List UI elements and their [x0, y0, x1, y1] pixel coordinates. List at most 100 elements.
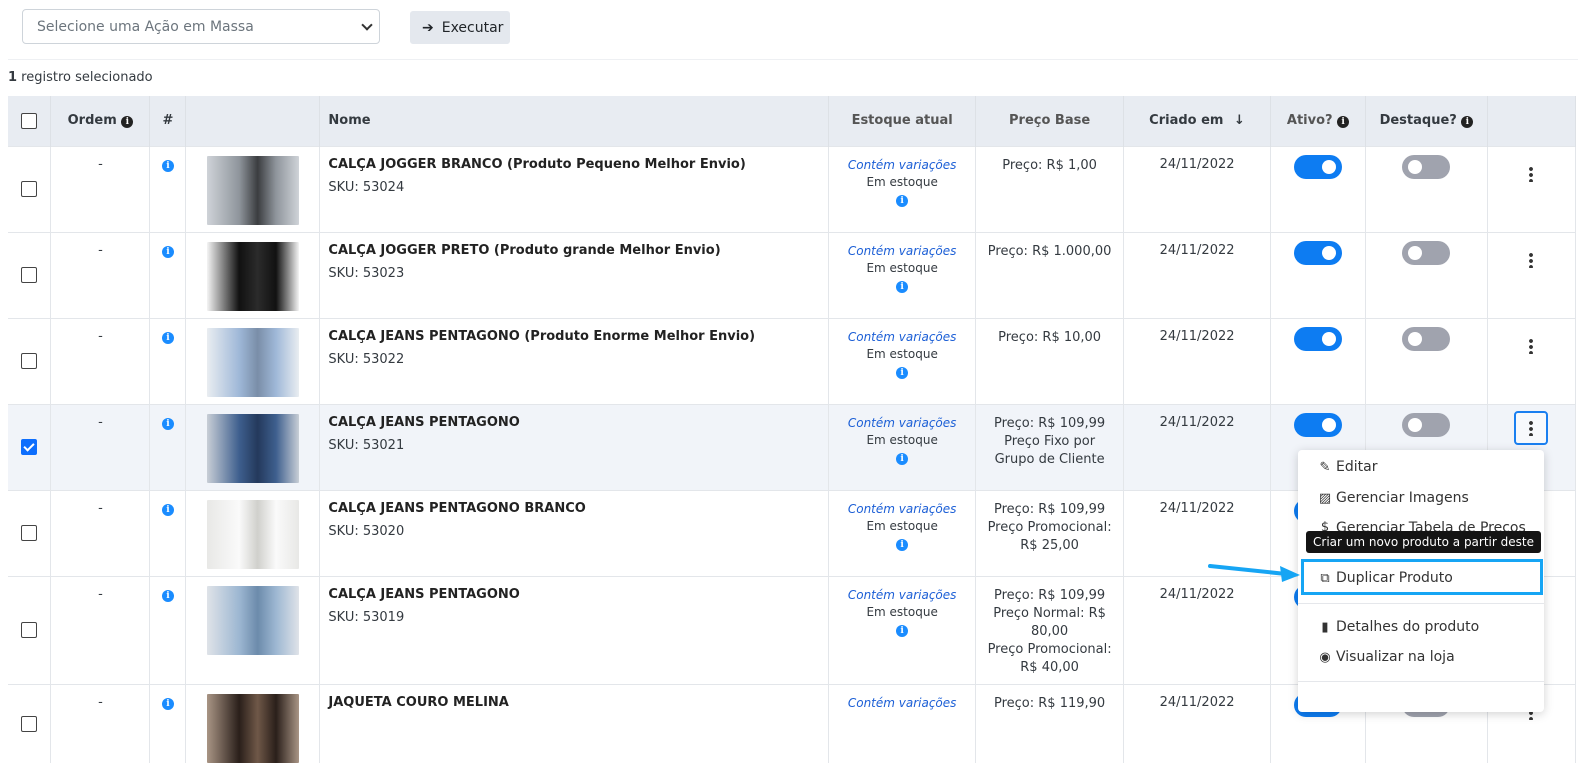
product-thumbnail[interactable]: [206, 241, 299, 311]
actions-cell: [1487, 145, 1577, 232]
order-cell: -: [50, 403, 151, 490]
info-icon[interactable]: i: [161, 589, 174, 602]
price-line: Preço: R$ 109,99: [993, 501, 1106, 517]
stock-status: Em estoque: [866, 604, 938, 619]
info-cell: i: [149, 489, 187, 576]
active-toggle[interactable]: [1294, 240, 1343, 265]
menu-item-view-store[interactable]: ◉ Visualizar na loja: [1318, 649, 1454, 665]
info-icon[interactable]: i: [161, 417, 174, 430]
row-actions-button[interactable]: [1514, 157, 1548, 191]
col-number[interactable]: #: [149, 96, 187, 146]
product-name[interactable]: CALÇA JEANS PENTAGONO: [328, 587, 828, 602]
row-select-cell: [8, 489, 52, 576]
price-line: Preço: R$ 119,90: [993, 695, 1106, 711]
stock-variations[interactable]: Contém variações: [829, 243, 975, 260]
col-order[interactable]: Ordem i: [50, 96, 151, 146]
row-checkbox[interactable]: [21, 525, 38, 541]
featured-toggle[interactable]: [1402, 412, 1451, 437]
name-cell: CALÇA JEANS PENTAGONO BRANCO SKU: 53020: [319, 489, 830, 576]
info-icon[interactable]: i: [161, 331, 174, 344]
price-cell: Preço: R$ 10,00: [975, 317, 1125, 404]
col-created[interactable]: Criado em ↓: [1123, 96, 1272, 146]
info-icon[interactable]: i: [896, 366, 909, 379]
row-actions-button[interactable]: [1514, 243, 1548, 277]
row-checkbox[interactable]: [21, 715, 38, 732]
col-featured[interactable]: Destaque? i: [1365, 96, 1488, 146]
stock-variations[interactable]: Contém variações: [829, 587, 975, 604]
info-icon[interactable]: i: [896, 624, 909, 637]
order-cell: -: [50, 317, 151, 404]
stock-variations[interactable]: Contém variações: [829, 329, 975, 346]
image-icon: ▨: [1318, 490, 1332, 506]
info-icon[interactable]: i: [161, 245, 174, 258]
price-line: Preço Promocional:: [987, 641, 1112, 657]
featured-toggle[interactable]: [1402, 154, 1451, 179]
arrow-down-icon: ↓: [1234, 113, 1245, 129]
product-name[interactable]: JAQUETA COURO MELINA: [328, 695, 828, 710]
stock-cell: Contém variações Em estoque i: [828, 489, 977, 576]
product-thumbnail[interactable]: [206, 155, 299, 225]
price-line: Preço Fixo por: [1004, 433, 1096, 449]
row-actions-button[interactable]: [1514, 410, 1549, 445]
image-cell: [185, 145, 321, 232]
stock-status: Em estoque: [866, 174, 938, 189]
book-icon: ▮: [1321, 619, 1329, 635]
active-toggle[interactable]: [1294, 412, 1343, 437]
menu-item-manage-images[interactable]: ▨ Gerenciar Imagens: [1318, 490, 1469, 506]
col-active[interactable]: Ativo? i: [1270, 96, 1366, 146]
menu-item-details[interactable]: ▮ Detalhes do produto: [1318, 619, 1479, 635]
row-checkbox[interactable]: [21, 353, 38, 369]
kebab-icon: [1529, 251, 1534, 268]
product-thumbnail[interactable]: [206, 585, 299, 655]
stock-variations[interactable]: Contém variações: [829, 415, 975, 432]
product-name[interactable]: CALÇA JEANS PENTAGONO: [328, 415, 828, 430]
row-checkbox[interactable]: [21, 622, 38, 638]
stock-variations[interactable]: Contém variações: [829, 695, 975, 712]
select-all-checkbox[interactable]: [21, 112, 38, 129]
product-thumbnail[interactable]: [206, 693, 299, 763]
col-price[interactable]: Preço Base: [975, 96, 1125, 146]
stock-cell: Contém variações Em estoque i: [828, 403, 977, 490]
active-toggle[interactable]: [1294, 154, 1343, 179]
row-checkbox[interactable]: [21, 181, 38, 197]
menu-item-label: Gerenciar Imagens: [1336, 490, 1469, 506]
stock-status: Em estoque: [866, 260, 938, 275]
price-cell: Preço: R$ 1.000,00: [975, 231, 1125, 318]
price-line: R$ 25,00: [1020, 537, 1079, 553]
menu-item-edit[interactable]: ✎ Editar: [1318, 459, 1378, 475]
product-name[interactable]: CALÇA JEANS PENTAGONO (Produto Enorme Me…: [328, 329, 828, 344]
info-icon[interactable]: i: [896, 452, 909, 465]
order-cell: -: [50, 683, 151, 763]
product-thumbnail[interactable]: [206, 499, 299, 569]
active-toggle[interactable]: [1294, 326, 1343, 351]
info-icon[interactable]: i: [896, 280, 909, 293]
stock-variations[interactable]: Contém variações: [829, 157, 975, 174]
product-thumbnail[interactable]: [206, 327, 299, 397]
row-checkbox[interactable]: [21, 439, 38, 455]
product-name[interactable]: CALÇA JOGGER BRANCO (Produto Pequeno Mel…: [328, 157, 828, 172]
info-cell: i: [149, 683, 187, 763]
info-icon[interactable]: i: [161, 159, 174, 172]
price-line: Preço: R$ 109,99: [993, 415, 1106, 431]
stock-variations[interactable]: Contém variações: [829, 501, 975, 518]
name-cell: CALÇA JOGGER PRETO (Produto grande Melho…: [319, 231, 830, 318]
product-name[interactable]: CALÇA JEANS PENTAGONO BRANCO: [328, 501, 828, 516]
col-stock[interactable]: Estoque atual: [828, 96, 977, 146]
bulk-action-select[interactable]: Selecione uma Ação em Massa: [22, 9, 380, 44]
col-active-label: Ativo?: [1286, 113, 1333, 129]
info-icon[interactable]: i: [161, 503, 174, 516]
col-name[interactable]: Nome: [319, 96, 830, 146]
featured-toggle[interactable]: [1402, 240, 1451, 265]
row-actions-button[interactable]: [1514, 329, 1548, 363]
price-line: Preço Normal: R$: [993, 605, 1106, 621]
product-thumbnail[interactable]: [206, 413, 299, 483]
row-checkbox[interactable]: [21, 267, 38, 283]
info-icon[interactable]: i: [896, 538, 909, 551]
info-cell: i: [149, 145, 187, 232]
col-featured-label: Destaque?: [1379, 113, 1457, 129]
featured-toggle[interactable]: [1402, 326, 1451, 351]
product-name[interactable]: CALÇA JOGGER PRETO (Produto grande Melho…: [328, 243, 828, 258]
info-icon[interactable]: i: [161, 697, 174, 710]
execute-button[interactable]: ➔ Executar: [410, 11, 510, 44]
info-icon[interactable]: i: [896, 194, 909, 207]
